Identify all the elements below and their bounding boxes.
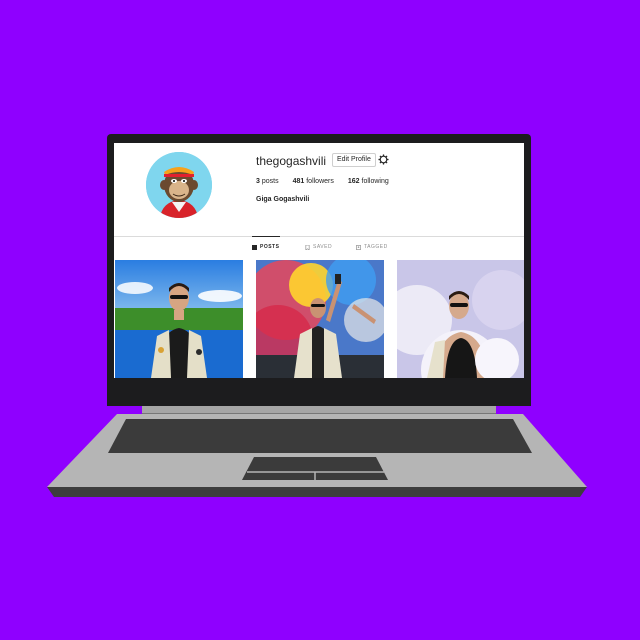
header-divider	[114, 236, 524, 237]
photo-man-smoke-flares-icon	[256, 260, 384, 378]
profile-username: thegogashvili	[256, 154, 327, 168]
photo-man-sunglasses-lake-icon	[115, 260, 243, 378]
bookmark-icon	[305, 244, 310, 250]
profile-tabs: POSTS SAVED TAGGED	[114, 244, 524, 254]
tag-icon	[356, 244, 361, 250]
laptop: thegogashvili Edit Profile 3 posts 481 f…	[0, 0, 640, 640]
following-stat[interactable]: 162 following	[348, 178, 389, 185]
active-tab-indicator	[252, 236, 280, 237]
photo-man-white-smoke-icon	[397, 260, 524, 378]
laptop-chin	[107, 378, 531, 406]
gear-icon[interactable]	[378, 154, 389, 165]
profile-stats: 3 posts 481 followers 162 following	[256, 178, 403, 185]
posts-stat: 3 posts	[256, 178, 279, 185]
tab-posts[interactable]: POSTS	[252, 244, 279, 250]
grid-icon	[252, 244, 257, 250]
screen: thegogashvili Edit Profile 3 posts 481 f…	[114, 143, 524, 378]
tab-tagged[interactable]: TAGGED	[356, 244, 388, 250]
edit-profile-button[interactable]: Edit Profile	[332, 153, 376, 167]
laptop-hinge	[142, 406, 496, 414]
posts-grid	[115, 260, 524, 378]
post-thumbnail[interactable]	[115, 260, 243, 378]
followers-stat[interactable]: 481 followers	[293, 178, 334, 185]
ape-avatar-icon	[146, 152, 212, 218]
keyboard-area	[108, 419, 532, 453]
profile-avatar[interactable]	[146, 152, 212, 218]
post-thumbnail[interactable]	[397, 260, 524, 378]
post-thumbnail[interactable]	[256, 260, 384, 378]
tab-saved[interactable]: SAVED	[305, 244, 332, 250]
profile-full-name: Giga Gogashvili	[256, 196, 310, 203]
